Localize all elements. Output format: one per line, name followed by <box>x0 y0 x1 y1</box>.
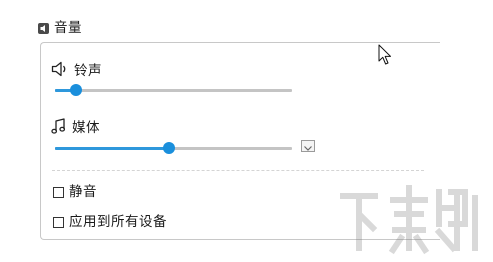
slider-thumb[interactable] <box>70 84 83 96</box>
dashed-divider <box>52 170 424 171</box>
ringtone-label-row: 铃声 <box>51 61 102 81</box>
speaker-icon <box>51 61 69 81</box>
media-label-row: 媒体 <box>51 117 100 139</box>
ringtone-slider[interactable] <box>55 83 292 97</box>
ringtone-label: 铃声 <box>74 63 102 79</box>
music-note-icon <box>51 117 67 139</box>
mute-option[interactable]: 静音 <box>53 182 97 202</box>
media-dropdown-button[interactable] <box>301 140 315 152</box>
apply-all-label: 应用到所有设备 <box>69 214 167 230</box>
media-slider[interactable] <box>55 141 292 155</box>
section-header: 音量 <box>38 19 82 37</box>
section-title: 音量 <box>54 20 82 36</box>
media-label: 媒体 <box>72 120 100 136</box>
apply-all-option[interactable]: 应用到所有设备 <box>53 212 167 232</box>
mouse-cursor-icon <box>378 44 392 70</box>
chevron-down-icon <box>303 137 313 156</box>
volume-section-icon <box>38 22 49 34</box>
slider-track <box>55 89 292 92</box>
mute-label: 静音 <box>69 184 97 200</box>
apply-all-checkbox[interactable] <box>53 216 64 228</box>
slider-thumb[interactable] <box>162 142 175 154</box>
slider-fill <box>55 147 169 150</box>
watermark-logo <box>335 178 485 258</box>
mute-checkbox[interactable] <box>53 186 64 198</box>
